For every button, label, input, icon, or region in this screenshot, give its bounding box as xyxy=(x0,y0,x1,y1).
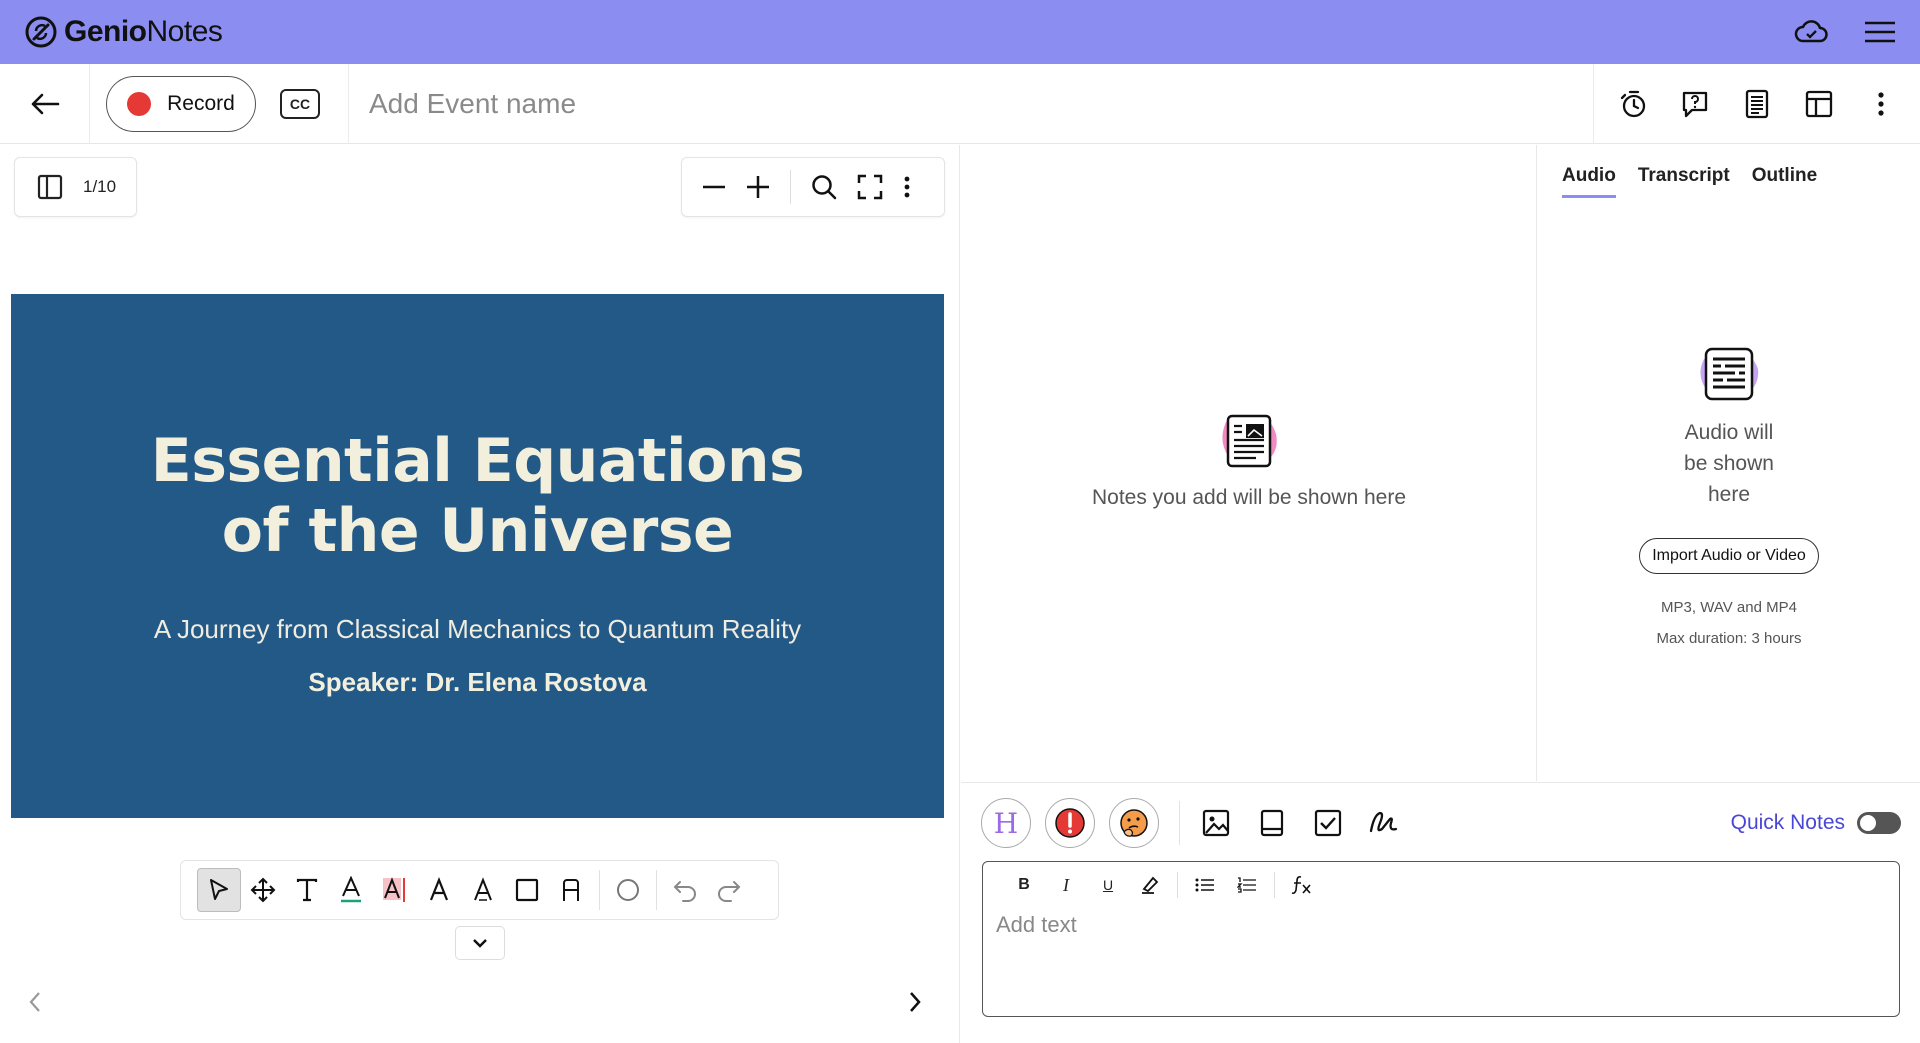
cloud-icon[interactable] xyxy=(1794,19,1828,45)
more-vertical-icon[interactable] xyxy=(1866,89,1896,119)
notes-icon[interactable] xyxy=(1742,89,1772,119)
move-icon[interactable] xyxy=(241,868,285,912)
supported-formats: MP3, WAV and MP4 xyxy=(1661,599,1797,616)
annotation-divider xyxy=(599,870,600,910)
slide-speaker: Speaker: Dr. Elena Rostova xyxy=(308,667,647,697)
search-icon[interactable] xyxy=(811,174,837,200)
page-control: 1/10 xyxy=(14,157,137,217)
draw-signature-icon[interactable] xyxy=(1364,803,1404,843)
redo-icon[interactable] xyxy=(707,868,751,912)
note-editor: H Quick Notes B I U Add text xyxy=(961,782,1920,1043)
underline-button[interactable]: U xyxy=(1087,868,1129,902)
max-duration: Max duration: 3 hours xyxy=(1656,630,1802,647)
zoom-out-icon[interactable] xyxy=(702,175,726,199)
text-highlight-icon[interactable] xyxy=(373,868,417,912)
toolbar-divider xyxy=(348,63,349,144)
format-toolbar: B I U xyxy=(983,862,1899,908)
media-requirements: MP3, WAV and MP4 Max duration: 3 hours xyxy=(1656,592,1801,654)
record-dot-icon xyxy=(127,91,152,116)
chevron-down-icon xyxy=(473,939,487,948)
text-outline-icon[interactable] xyxy=(461,868,505,912)
heading-button[interactable]: H xyxy=(981,798,1031,848)
italic-button[interactable]: I xyxy=(1045,868,1087,902)
select-pointer-icon[interactable] xyxy=(197,868,241,912)
zoom-divider xyxy=(790,170,791,204)
text-color-icon[interactable] xyxy=(329,868,373,912)
app-name: GenioNotes xyxy=(64,15,223,48)
closed-captions-button[interactable]: CC xyxy=(280,88,320,119)
notes-illustration-icon xyxy=(1222,414,1277,468)
toggle-knob xyxy=(1860,815,1876,831)
timer-icon[interactable] xyxy=(1618,89,1648,119)
annotation-toolbar xyxy=(180,860,779,920)
slide-subtitle: A Journey from Classical Mechanics to Qu… xyxy=(153,614,802,644)
text-tool-icon[interactable] xyxy=(285,868,329,912)
audio-empty-state: Audio will be shown here Import Audio or… xyxy=(1538,345,1920,654)
note-text-box[interactable]: B I U Add text xyxy=(982,861,1900,1017)
record-label: Record xyxy=(167,91,235,115)
undo-icon[interactable] xyxy=(663,868,707,912)
media-tabs: Audio Transcript Outline xyxy=(1562,165,1817,198)
highlighter-icon[interactable] xyxy=(1129,868,1171,902)
note-text-input[interactable]: Add text xyxy=(996,912,1899,938)
format-divider xyxy=(1274,872,1275,898)
rectangle-icon[interactable] xyxy=(505,868,549,912)
formula-icon[interactable] xyxy=(1281,868,1323,902)
quick-notes-control: Quick Notes xyxy=(1731,811,1901,835)
format-divider xyxy=(1177,872,1178,898)
audio-empty-text: Audio will be shown here xyxy=(1684,421,1774,506)
insert-slide-icon[interactable] xyxy=(1252,803,1292,843)
tab-audio[interactable]: Audio xyxy=(1562,165,1616,198)
notes-panel: Notes you add will be shown here xyxy=(961,145,1537,781)
back-button[interactable] xyxy=(0,63,90,144)
media-panel: Audio Transcript Outline Audio will be s… xyxy=(1538,145,1920,781)
quick-insert-row: H Quick Notes xyxy=(981,795,1901,851)
presentation-slide[interactable]: Essential Equations of the Universe A Jo… xyxy=(11,294,944,818)
heading-icon: H xyxy=(993,806,1019,840)
quick-notes-toggle[interactable] xyxy=(1857,812,1901,834)
slide-title: Essential Equations of the Universe xyxy=(150,426,805,566)
bullet-list-icon[interactable] xyxy=(1184,868,1226,902)
app-bar: GenioNotes xyxy=(0,0,1920,64)
event-name-input[interactable]: Add Event name xyxy=(369,88,576,120)
bold-button[interactable]: B xyxy=(1003,868,1045,902)
circle-icon[interactable] xyxy=(606,868,650,912)
text-style-icon[interactable] xyxy=(417,868,461,912)
insert-image-icon[interactable] xyxy=(1196,803,1236,843)
transcript-illustration-icon xyxy=(1700,347,1759,401)
previous-slide-icon[interactable] xyxy=(28,991,42,1013)
next-slide-icon[interactable] xyxy=(908,991,922,1013)
zoom-in-icon[interactable] xyxy=(746,175,770,199)
notes-empty-state: Notes you add will be shown here xyxy=(961,410,1537,510)
question-chat-icon[interactable] xyxy=(1680,89,1710,119)
app-logo[interactable]: GenioNotes xyxy=(24,15,223,49)
zoom-controls xyxy=(681,157,945,217)
tab-transcript[interactable]: Transcript xyxy=(1638,165,1730,198)
confused-button[interactable] xyxy=(1109,798,1159,848)
import-audio-video-button[interactable]: Import Audio or Video xyxy=(1639,538,1819,574)
genio-logo-icon xyxy=(25,16,57,48)
event-toolbar: Record CC Add Event name xyxy=(0,63,1920,144)
layout-icon[interactable] xyxy=(1804,89,1834,119)
tab-outline[interactable]: Outline xyxy=(1752,165,1817,198)
arrow-left-icon xyxy=(31,93,59,114)
record-button[interactable]: Record xyxy=(106,75,256,132)
notes-empty-text: Notes you add will be shown here xyxy=(1091,486,1406,509)
slide-more-icon[interactable] xyxy=(903,175,911,199)
quick-notes-label: Quick Notes xyxy=(1730,811,1845,834)
insert-checkbox-icon[interactable] xyxy=(1308,803,1348,843)
slide-viewer: 1/10 Essential Equations of the Universe… xyxy=(0,145,960,1043)
hamburger-menu-icon[interactable] xyxy=(1864,20,1896,44)
thinking-face-icon xyxy=(1120,809,1148,837)
exclamation-icon xyxy=(1055,808,1085,838)
annotation-divider xyxy=(656,870,657,910)
collapse-toolbar-button[interactable] xyxy=(455,926,505,960)
shape-text-icon[interactable] xyxy=(549,868,593,912)
sidebar-toggle-icon[interactable] xyxy=(37,174,63,200)
quick-row-divider xyxy=(1179,801,1180,845)
numbered-list-icon[interactable] xyxy=(1226,868,1268,902)
page-indicator: 1/10 xyxy=(83,177,117,196)
important-button[interactable] xyxy=(1045,798,1095,848)
fullscreen-icon[interactable] xyxy=(857,174,883,200)
